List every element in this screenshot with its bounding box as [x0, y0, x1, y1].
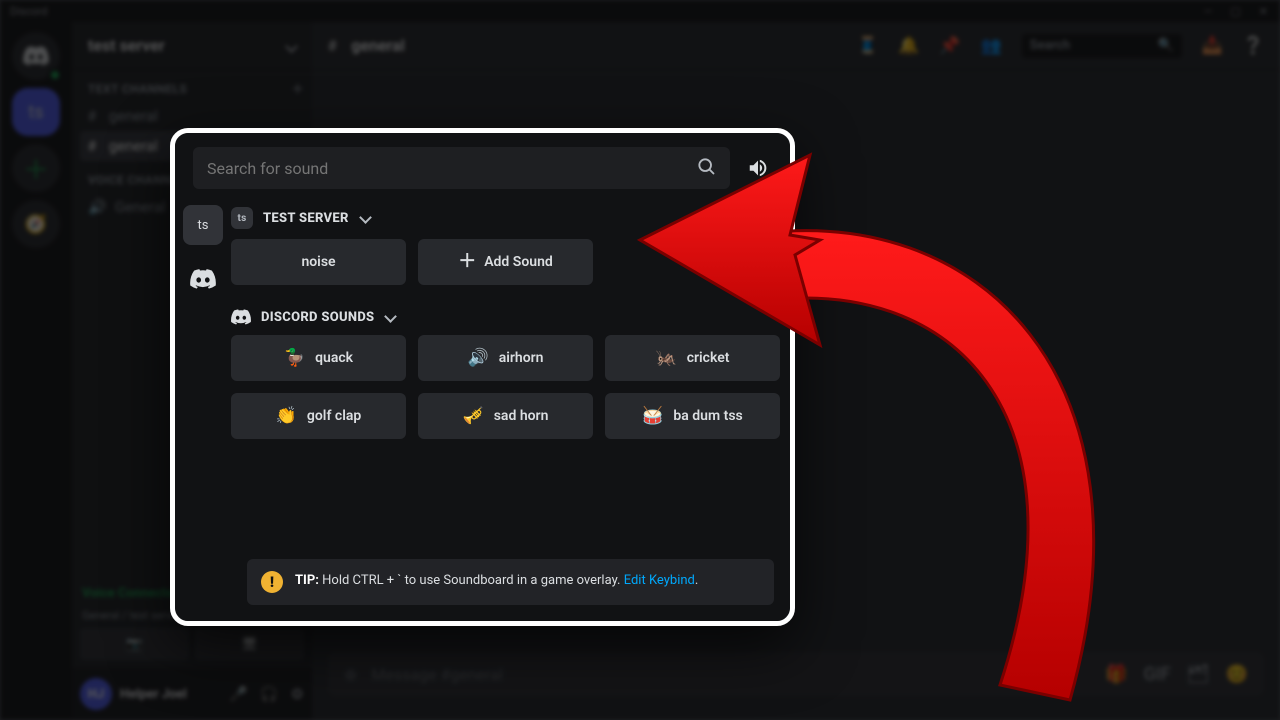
- group-title: DISCORD SOUNDS: [261, 310, 374, 325]
- server-header[interactable]: test server: [72, 22, 312, 70]
- chat-channel-name: general: [351, 36, 405, 55]
- sound-search-field[interactable]: [193, 147, 730, 189]
- threads-icon[interactable]: 🧵: [857, 36, 878, 56]
- screenshare-button[interactable]: 🖥: [195, 628, 304, 660]
- edit-keybind-link[interactable]: Edit Keybind: [624, 573, 695, 588]
- hash-icon: [328, 36, 341, 55]
- message-input[interactable]: ⊕ Message #general 🎁 GIF 🗂 😊: [328, 652, 1264, 696]
- sound-search-input[interactable]: [207, 159, 696, 178]
- add-channel-icon[interactable]: ＋: [292, 80, 304, 97]
- header-search[interactable]: Search 🔍: [1022, 34, 1182, 58]
- sound-tile-cricket[interactable]: 🦗 cricket: [605, 335, 780, 381]
- warning-icon: !: [261, 571, 283, 593]
- tip-prefix: TIP:: [295, 573, 319, 588]
- source-discord[interactable]: [183, 259, 223, 299]
- notifications-icon[interactable]: 🔔: [898, 36, 919, 56]
- mute-icon[interactable]: 🎤: [229, 685, 248, 703]
- source-test-server[interactable]: ts: [183, 205, 223, 245]
- window-close-icon[interactable]: ✕: [1259, 5, 1268, 18]
- message-placeholder: Message #general: [371, 665, 502, 684]
- sound-name: sad horn: [494, 408, 549, 424]
- gif-icon[interactable]: GIF: [1144, 664, 1171, 685]
- trumpet-icon: 🎺: [463, 408, 484, 425]
- sound-tile-airhorn[interactable]: 🔊 airhorn: [418, 335, 593, 381]
- titlebar: Discord — ▢ ✕: [0, 0, 1280, 22]
- tip-suffix: .: [695, 573, 698, 588]
- server-name: test server: [88, 36, 165, 55]
- window-minimize-icon[interactable]: —: [1204, 5, 1213, 18]
- guild-bar: ts ＋ 🧭: [0, 22, 72, 720]
- group-header-test-server[interactable]: ts TEST SERVER: [231, 199, 776, 239]
- sound-tile-noise[interactable]: noise: [231, 239, 406, 285]
- sticker-icon[interactable]: 🗂: [1187, 664, 1210, 685]
- username: Helper Joel: [120, 687, 187, 702]
- add-sound-label: Add Sound: [484, 254, 553, 270]
- search-icon: [696, 156, 716, 181]
- channel-item[interactable]: general: [80, 101, 304, 131]
- add-server-button[interactable]: ＋: [12, 144, 60, 192]
- plus-icon: ＋: [458, 253, 476, 271]
- server-badge: ts: [231, 207, 253, 229]
- help-icon[interactable]: ❔: [1243, 36, 1264, 56]
- sound-name: cricket: [687, 350, 730, 366]
- duck-icon: 🦆: [284, 350, 305, 367]
- user-panel: HJ Helper Joel 🎤 🎧 ⚙: [72, 668, 312, 720]
- explore-button[interactable]: 🧭: [12, 200, 60, 248]
- cricket-icon: 🦗: [656, 350, 677, 367]
- group-header-discord-sounds[interactable]: DISCORD SOUNDS: [231, 301, 776, 335]
- sound-tile-ba-dum-tss[interactable]: 🥁 ba dum tss: [605, 393, 780, 439]
- drum-icon: 🥁: [642, 408, 663, 425]
- sound-name: quack: [315, 350, 353, 366]
- video-button[interactable]: 📷: [80, 628, 189, 660]
- volume-button[interactable]: [744, 157, 772, 179]
- sound-source-column: ts: [175, 199, 231, 559]
- guild-test-server[interactable]: ts: [12, 88, 60, 136]
- sound-name: ba dum tss: [673, 408, 742, 424]
- window-maximize-icon[interactable]: ▢: [1230, 5, 1240, 18]
- text-channels-label: TEXT CHANNELS: [88, 82, 187, 96]
- sound-tile-quack[interactable]: 🦆 quack: [231, 335, 406, 381]
- sound-name: noise: [301, 254, 335, 270]
- add-sound-button[interactable]: ＋ Add Sound: [418, 239, 593, 285]
- app-name: Discord: [10, 5, 47, 18]
- members-icon[interactable]: 👥: [980, 36, 1001, 56]
- chevron-down-icon: [359, 211, 370, 226]
- inbox-icon[interactable]: 📥: [1202, 36, 1223, 56]
- chevron-down-icon: [285, 36, 296, 55]
- sound-name: golf clap: [307, 408, 361, 424]
- search-icon: 🔍: [1157, 38, 1173, 53]
- emoji-icon[interactable]: 😊: [1226, 664, 1248, 685]
- speaker-icon: 🔊: [468, 350, 489, 367]
- discord-logo-icon: [231, 309, 251, 325]
- soundboard-modal: ts ts TEST SERVER noise ＋: [170, 128, 795, 626]
- clap-icon: 👏: [276, 408, 297, 425]
- chevron-down-icon: [384, 310, 395, 325]
- sound-tile-sad-horn[interactable]: 🎺 sad horn: [418, 393, 593, 439]
- tip-body: Hold CTRL + ` to use Soundboard in a gam…: [319, 573, 624, 588]
- avatar[interactable]: HJ: [80, 678, 112, 710]
- sound-name: airhorn: [499, 350, 544, 366]
- soundboard-tip: ! TIP: Hold CTRL + ` to use Soundboard i…: [247, 559, 774, 605]
- settings-icon[interactable]: ⚙: [291, 685, 304, 703]
- deafen-icon[interactable]: 🎧: [260, 685, 279, 703]
- sound-tile-golf-clap[interactable]: 👏 golf clap: [231, 393, 406, 439]
- pinned-icon[interactable]: 📌: [939, 36, 960, 56]
- attach-icon[interactable]: ⊕: [344, 665, 357, 684]
- group-title: TEST SERVER: [263, 211, 349, 226]
- gift-icon[interactable]: 🎁: [1105, 664, 1127, 685]
